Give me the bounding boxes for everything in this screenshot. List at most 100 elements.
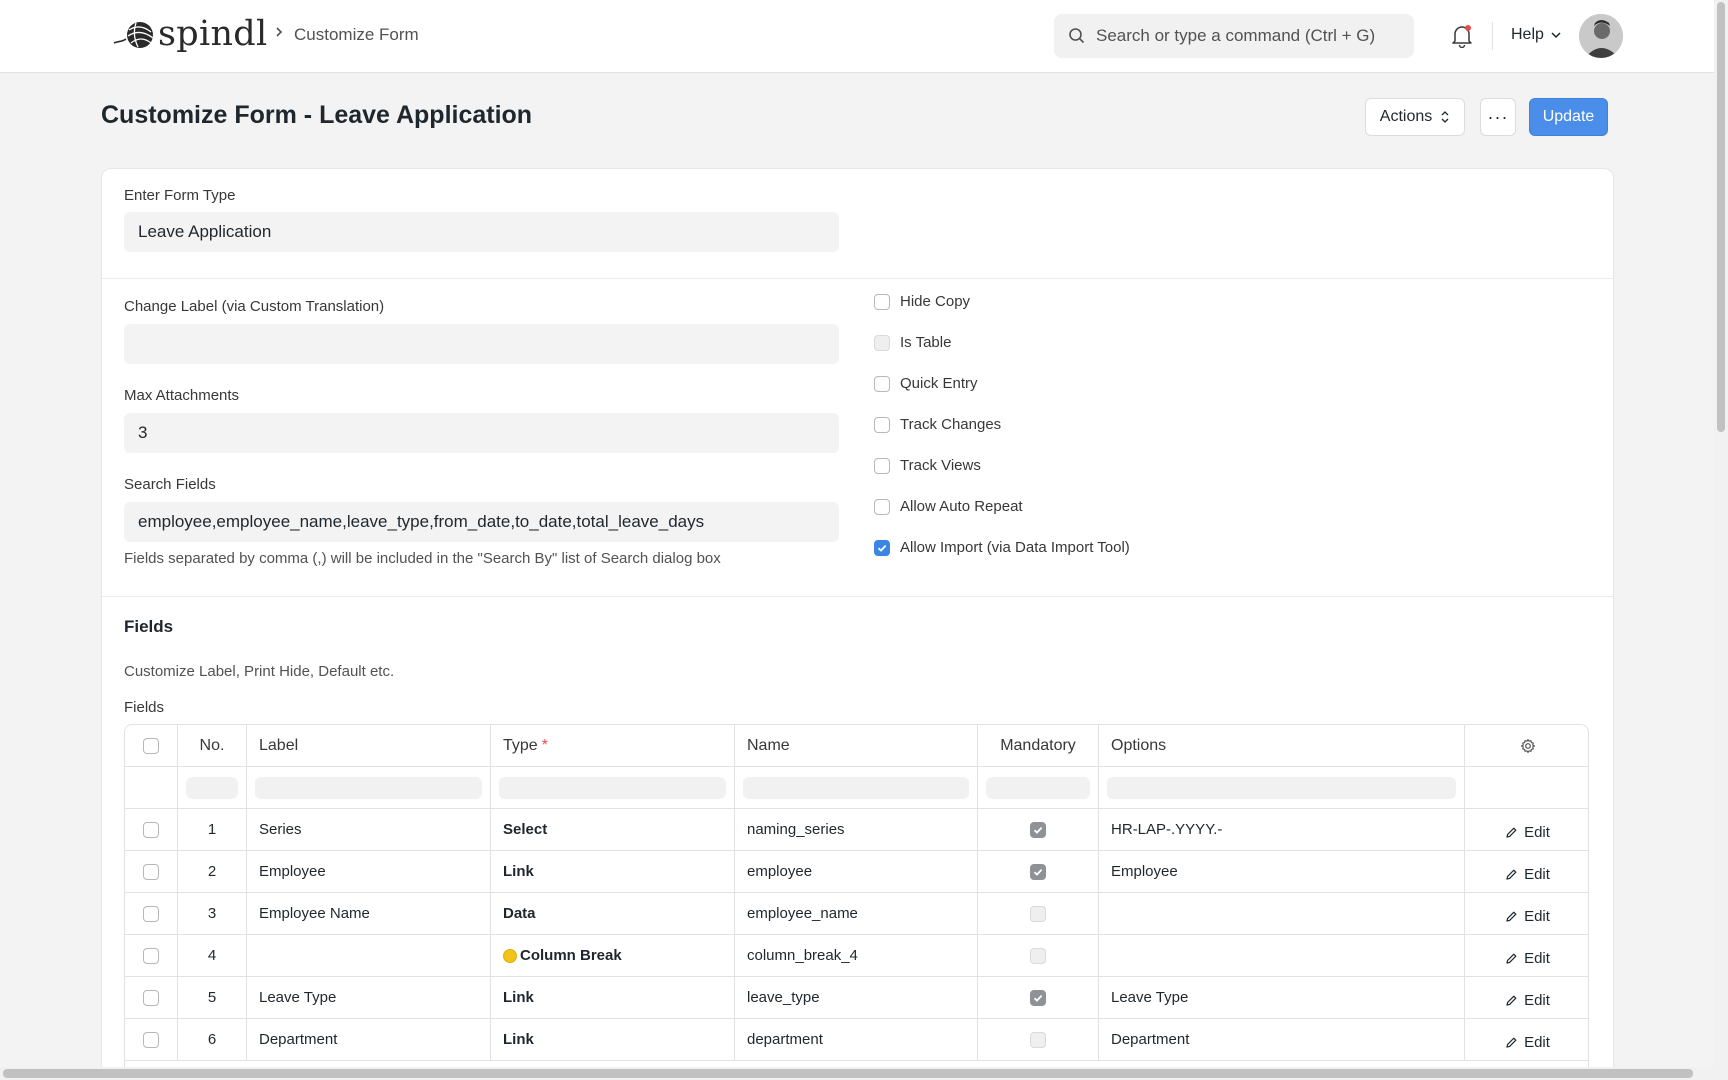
row-select-checkbox[interactable] — [143, 863, 159, 880]
vertical-scrollbar-thumb[interactable] — [1717, 2, 1725, 432]
vertical-scrollbar[interactable] — [1714, 0, 1728, 1067]
fields-table-label: Fields — [124, 699, 165, 716]
filter-input-mandatory[interactable] — [986, 776, 1090, 799]
row-edit-button[interactable]: Edit — [1505, 902, 1550, 925]
help-dropdown[interactable]: Help — [1511, 26, 1562, 44]
allow-import-checkbox[interactable] — [874, 539, 890, 556]
track-views-checkbox[interactable] — [874, 457, 890, 474]
filter-cell-empty — [1465, 767, 1588, 808]
hide-copy-checkbox[interactable] — [874, 293, 890, 310]
track-changes-checkbox-row[interactable]: Track Changes — [874, 416, 1001, 433]
row-mandatory-cell — [978, 893, 1099, 934]
max-attachments-input[interactable] — [124, 413, 839, 453]
app-logo[interactable]: spindl — [112, 14, 268, 54]
column-header-label: Label — [247, 725, 491, 766]
row-edit-button[interactable]: Edit — [1505, 1028, 1550, 1051]
gear-icon[interactable] — [1520, 738, 1536, 754]
notification-bell-icon[interactable] — [1451, 24, 1473, 48]
allow-auto-repeat-checkbox[interactable] — [874, 498, 890, 515]
change-label-input[interactable] — [124, 324, 839, 364]
breadcrumb-customize-form[interactable]: Customize Form — [294, 25, 419, 45]
search-fields-input[interactable] — [124, 502, 839, 542]
row-edit-cell: Edit — [1465, 809, 1588, 850]
filter-input-options[interactable] — [1107, 776, 1456, 799]
table-row[interactable]: 6 Department Link department Department Edit — [125, 1019, 1588, 1061]
row-fieldname: employee_name — [735, 893, 978, 934]
row-type: Column Break — [520, 947, 622, 964]
pencil-icon — [1506, 1037, 1517, 1048]
row-select-checkbox[interactable] — [143, 947, 159, 964]
allow-import-label: Allow Import (via Data Import Tool) — [900, 539, 1130, 556]
horizontal-scrollbar-thumb[interactable] — [3, 1069, 1693, 1078]
row-label — [247, 935, 491, 976]
filter-input-no[interactable] — [186, 776, 238, 799]
table-row[interactable]: 4 Column Break column_break_4 Edit — [125, 935, 1588, 977]
help-label: Help — [1511, 26, 1544, 43]
row-edit-button[interactable]: Edit — [1505, 986, 1550, 1009]
table-row[interactable]: 1 Series Select naming_series HR-LAP-.YYYY.-… — [125, 809, 1588, 851]
row-select-checkbox[interactable] — [143, 989, 159, 1006]
row-edit-button[interactable]: Edit — [1505, 944, 1550, 967]
update-button[interactable]: Update — [1529, 98, 1608, 136]
table-row[interactable]: 2 Employee Link employee Employee Edit — [125, 851, 1588, 893]
table-row[interactable]: 3 Employee Name Data employee_name Edit — [125, 893, 1588, 935]
navbar: spindl Customize Form Help — [0, 0, 1714, 73]
logo-wordmark: spindl — [158, 14, 268, 54]
allow-import-checkbox-row[interactable]: Allow Import (via Data Import Tool) — [874, 539, 1130, 556]
row-mandatory-cell — [978, 935, 1099, 976]
row-type-cell: Link — [491, 851, 735, 892]
table-row[interactable]: 5 Leave Type Link leave_type Leave Type Edit — [125, 977, 1588, 1019]
filter-cell-options[interactable] — [1099, 767, 1465, 808]
row-label: Employee — [247, 851, 491, 892]
row-type-cell: Link — [491, 977, 735, 1018]
required-asterisk: * — [541, 736, 548, 754]
filter-cell-label[interactable] — [247, 767, 491, 808]
more-options-button[interactable]: ··· — [1480, 98, 1516, 136]
row-select-checkbox[interactable] — [143, 821, 159, 838]
filter-input-label[interactable] — [255, 776, 482, 799]
row-select-checkbox[interactable] — [143, 905, 159, 922]
row-edit-label: Edit — [1524, 992, 1550, 1009]
filter-cell-name[interactable] — [735, 767, 978, 808]
row-fieldname: department — [735, 1019, 978, 1060]
actions-button[interactable]: Actions — [1365, 98, 1465, 136]
filter-input-type[interactable] — [499, 776, 726, 799]
select-all-checkbox[interactable] — [143, 737, 159, 754]
is-table-checkbox — [874, 334, 890, 351]
quick-entry-checkbox-row[interactable]: Quick Entry — [874, 375, 978, 392]
track-views-checkbox-row[interactable]: Track Views — [874, 457, 981, 474]
form-type-input[interactable] — [124, 212, 839, 252]
fields-section-title: Fields — [124, 617, 174, 636]
horizontal-scrollbar[interactable] — [0, 1067, 1728, 1080]
row-select-checkbox[interactable] — [143, 1031, 159, 1048]
allow-auto-repeat-label: Allow Auto Repeat — [900, 498, 1023, 515]
user-avatar[interactable] — [1579, 14, 1623, 58]
filter-input-name[interactable] — [743, 776, 969, 799]
allow-auto-repeat-checkbox-row[interactable]: Allow Auto Repeat — [874, 498, 1023, 515]
row-fieldname: leave_type — [735, 977, 978, 1018]
column-settings-cell — [1465, 725, 1588, 766]
hide-copy-checkbox-row[interactable]: Hide Copy — [874, 293, 970, 310]
row-options: Employee — [1099, 851, 1465, 892]
sort-toggle-icon — [1441, 111, 1449, 123]
row-options — [1099, 893, 1465, 934]
pencil-icon — [1506, 995, 1517, 1006]
row-fieldname: column_break_4 — [735, 935, 978, 976]
search-bar[interactable] — [1054, 14, 1414, 58]
filter-cell-mandatory[interactable] — [978, 767, 1099, 808]
row-edit-label: Edit — [1524, 866, 1550, 883]
pencil-icon — [1506, 827, 1517, 838]
row-edit-button[interactable]: Edit — [1505, 818, 1550, 841]
filter-cell-no[interactable] — [178, 767, 247, 808]
quick-entry-label: Quick Entry — [900, 375, 978, 392]
filter-cell-type[interactable] — [491, 767, 735, 808]
row-edit-button[interactable]: Edit — [1505, 860, 1550, 883]
row-number: 6 — [178, 1019, 247, 1060]
search-input[interactable] — [1096, 14, 1396, 58]
row-type-cell: Select — [491, 809, 735, 850]
track-changes-checkbox[interactable] — [874, 416, 890, 433]
row-edit-cell: Edit — [1465, 935, 1588, 976]
quick-entry-checkbox[interactable] — [874, 375, 890, 392]
row-edit-label: Edit — [1524, 1034, 1550, 1051]
row-edit-cell: Edit — [1465, 893, 1588, 934]
